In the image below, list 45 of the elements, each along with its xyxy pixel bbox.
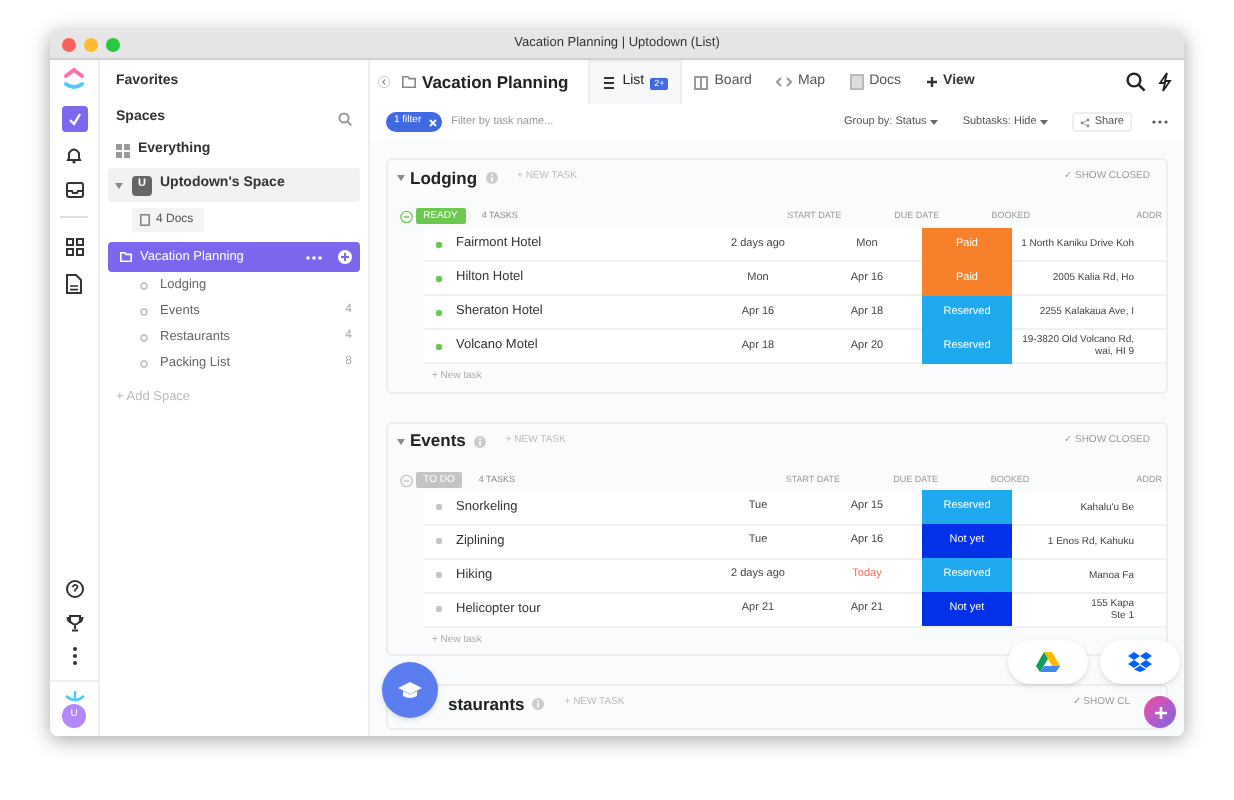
- code-icon: [775, 76, 792, 88]
- board-icon: [694, 75, 709, 89]
- circle-icon: [140, 333, 148, 341]
- dropbox-button[interactable]: [1100, 640, 1180, 684]
- caret-icon[interactable]: [396, 437, 406, 445]
- learning-button[interactable]: [382, 662, 438, 718]
- close-icon[interactable]: [427, 117, 438, 127]
- folder-icon: [402, 76, 416, 88]
- add-icon[interactable]: [338, 250, 352, 264]
- list-icon: [602, 76, 617, 90]
- graduation-cap-icon: [398, 681, 422, 699]
- bell-icon[interactable]: [66, 146, 82, 164]
- caret-icon: [1040, 119, 1049, 125]
- circle-icon: [140, 359, 148, 367]
- tasks-icon[interactable]: [61, 106, 87, 132]
- share-icon: [1080, 117, 1091, 127]
- logo-icon: [62, 66, 86, 92]
- search-icon[interactable]: [1126, 72, 1146, 92]
- plus-icon: [1153, 705, 1167, 719]
- google-drive-button[interactable]: [1008, 640, 1088, 684]
- document-icon: [849, 74, 864, 90]
- more-icon[interactable]: [71, 646, 77, 666]
- triangle-logo-icon: [1036, 652, 1060, 672]
- document-icon: [140, 214, 150, 226]
- caret-icon: [930, 119, 939, 125]
- add-button[interactable]: [1144, 696, 1176, 728]
- grid-icon[interactable]: [65, 238, 83, 256]
- folder-icon: [120, 252, 132, 262]
- caret-icon[interactable]: [396, 174, 406, 182]
- trophy-icon[interactable]: [65, 614, 83, 632]
- group-title: staurants: [448, 691, 525, 717]
- plus-icon: [925, 76, 938, 88]
- lightning-icon[interactable]: [1158, 72, 1172, 92]
- box-logo-icon: [1128, 652, 1152, 672]
- grid-icon: [116, 143, 130, 157]
- circle-icon: [140, 307, 148, 315]
- help-icon[interactable]: [65, 580, 83, 598]
- circle-icon: [140, 281, 148, 289]
- caret-icon[interactable]: [113, 181, 123, 189]
- group-title: Lodging: [410, 165, 478, 191]
- folder-title: Vacation Planning: [422, 69, 569, 95]
- close-button[interactable]: [62, 37, 76, 51]
- inbox-icon[interactable]: [65, 182, 83, 198]
- group-title: Events: [410, 428, 466, 454]
- document-icon[interactable]: [66, 274, 82, 294]
